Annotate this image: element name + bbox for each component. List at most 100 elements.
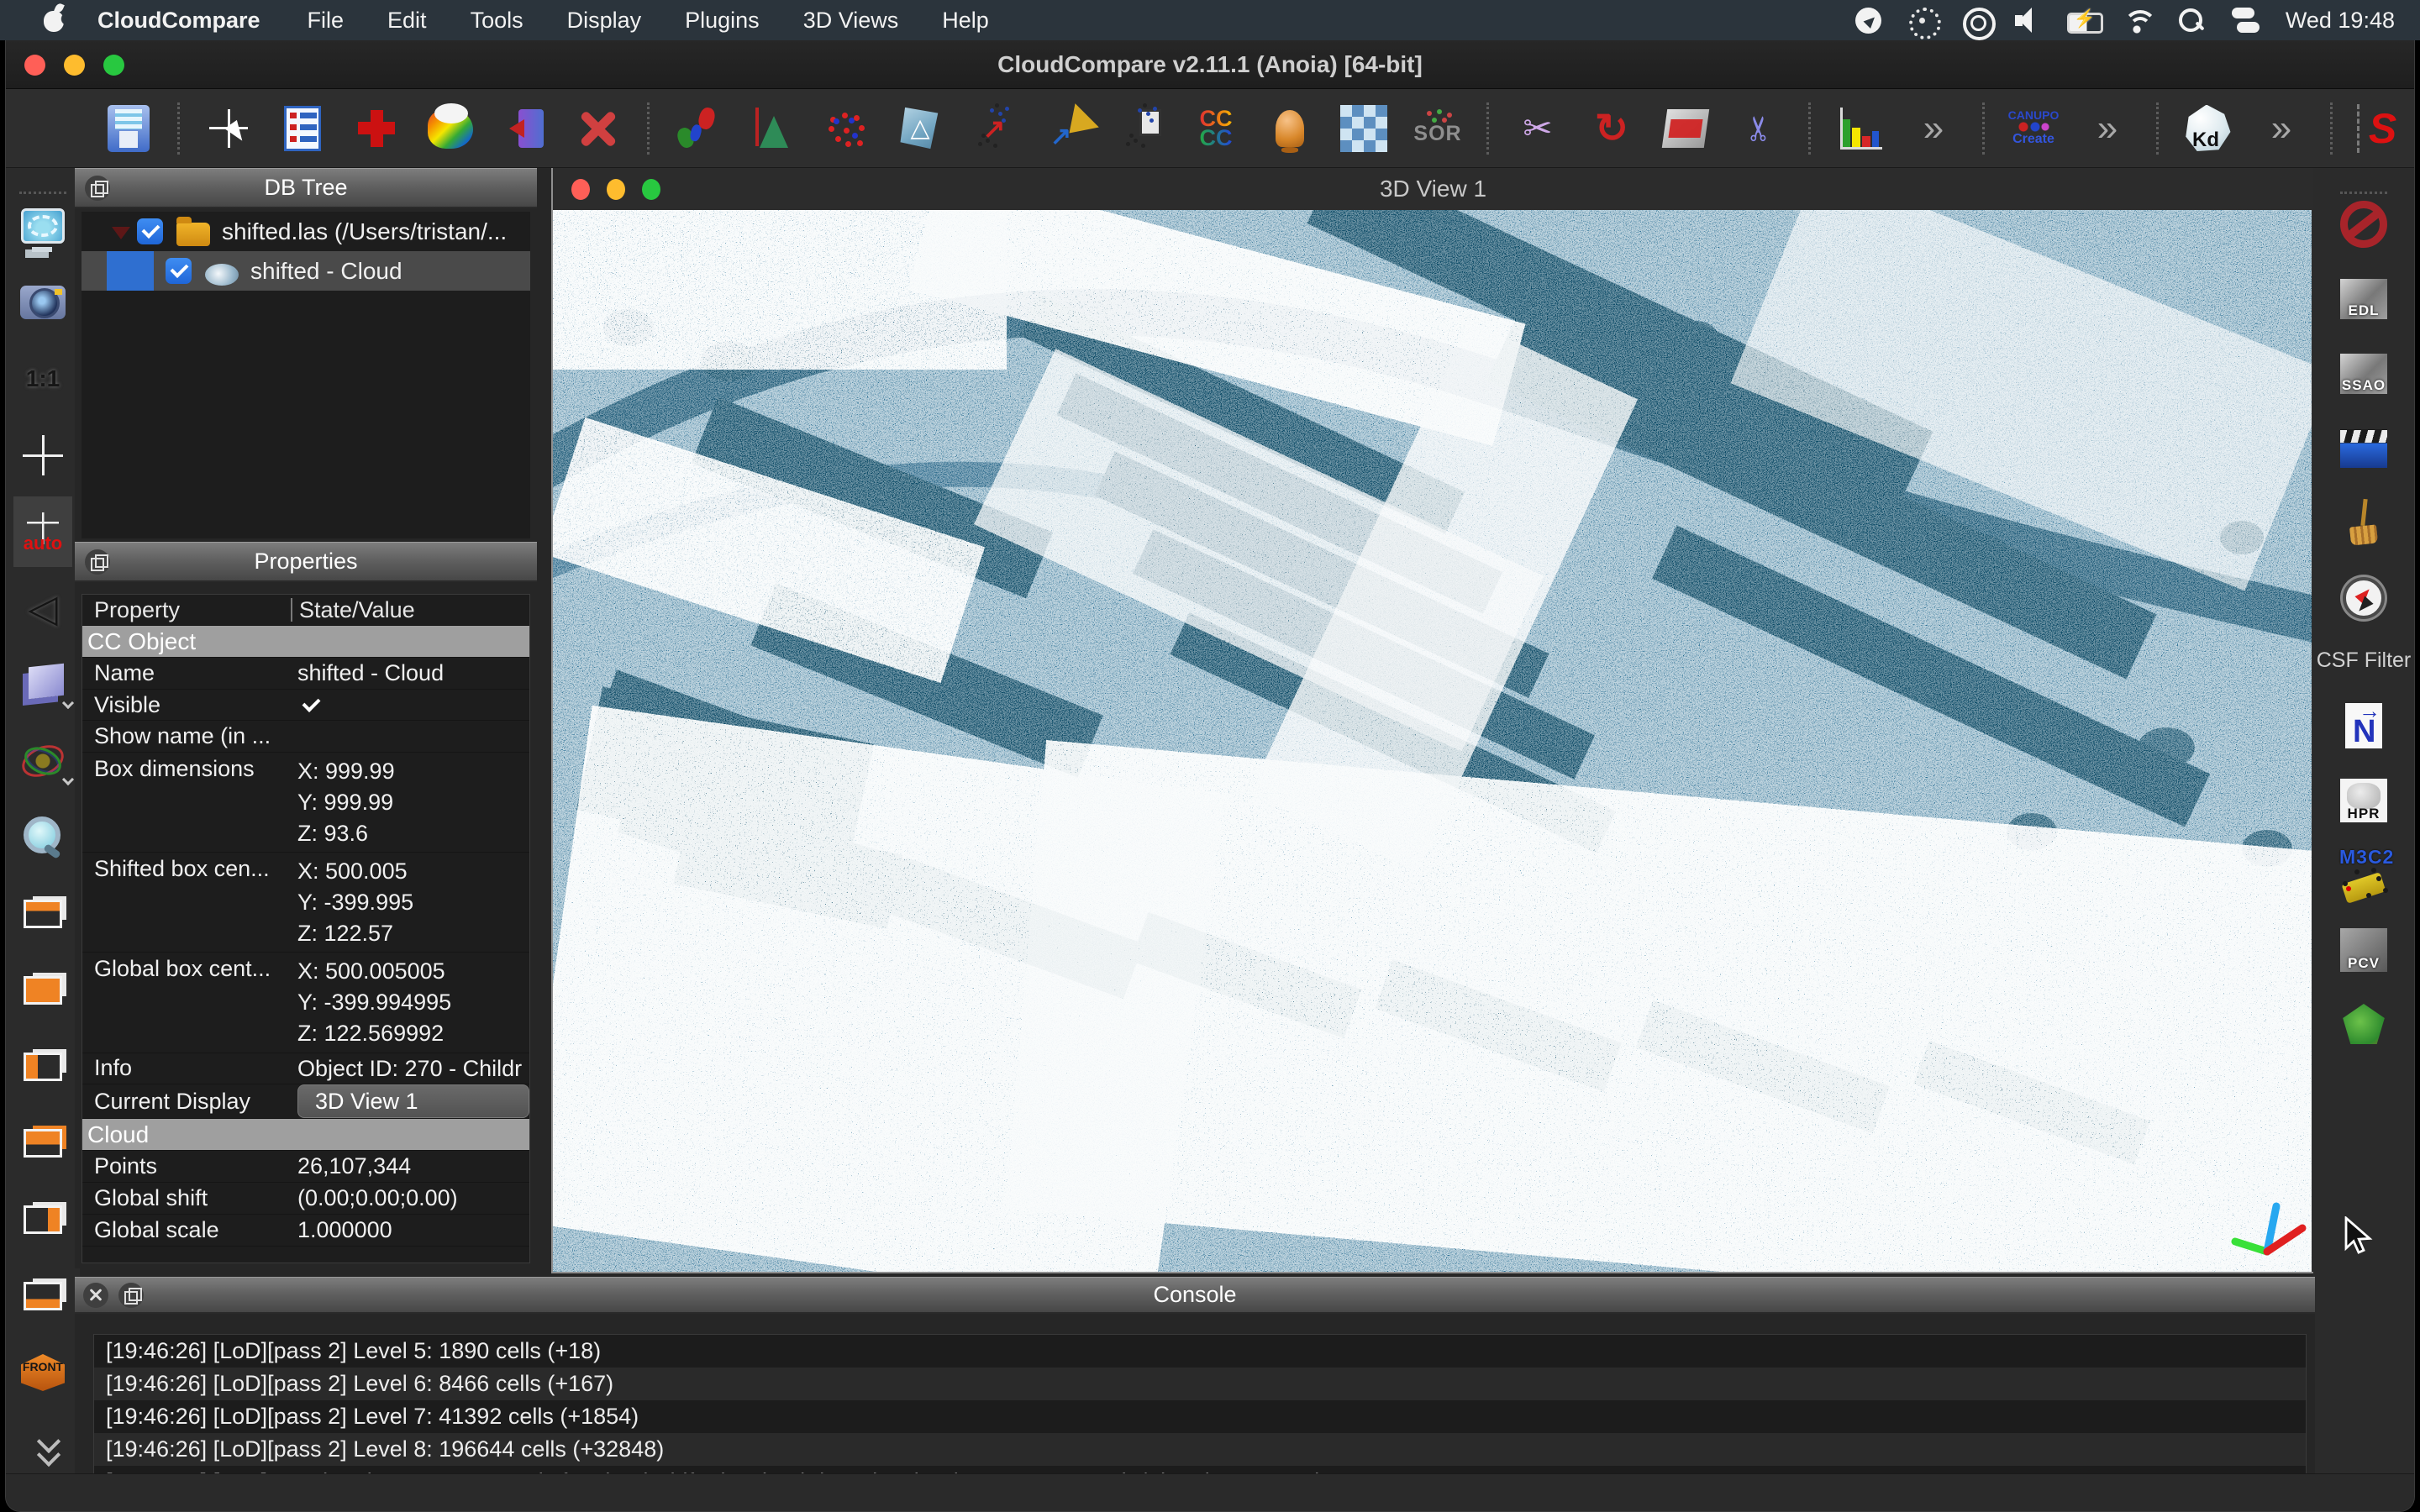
kd-tree-plugin-icon[interactable]	[2183, 101, 2232, 156]
normals-plugin-icon[interactable]	[2334, 701, 2393, 750]
rotate-icon[interactable]	[1587, 101, 1636, 156]
apple-menu-icon[interactable]	[32, 0, 82, 40]
search-icon[interactable]	[2170, 2, 2213, 39]
pick-rotation-center-icon[interactable]	[13, 431, 72, 480]
compass-plugin-icon[interactable]	[2334, 574, 2393, 622]
view-right-icon[interactable]	[13, 1195, 72, 1244]
undock-icon[interactable]	[118, 1283, 144, 1308]
view-left-icon[interactable]	[13, 1042, 72, 1091]
clipping-box-icon[interactable]	[1661, 101, 1710, 156]
subsample-icon[interactable]	[822, 101, 871, 156]
canupo-plugin-icon[interactable]	[2009, 101, 2058, 156]
battery-icon[interactable]	[2062, 2, 2106, 39]
property-value: (0.00;0.00;0.00)	[291, 1183, 529, 1214]
mesh-icon[interactable]	[896, 101, 944, 156]
toolbar-overflow-icon[interactable]	[2257, 101, 2306, 156]
tree-item[interactable]: shifted - Cloud	[82, 251, 530, 291]
view-back-icon[interactable]	[13, 1119, 72, 1168]
menu-item-tools[interactable]: Tools	[449, 0, 545, 40]
cloud-cloud-distance-icon[interactable]	[970, 101, 1018, 156]
spline-plugin-icon[interactable]	[2357, 101, 2406, 156]
ssao-shader-icon[interactable]: SSAO	[2334, 349, 2393, 398]
clone-icon[interactable]	[352, 101, 401, 156]
screenshot-icon[interactable]	[13, 278, 72, 327]
view-top-icon[interactable]	[13, 890, 72, 938]
animation-plugin-icon[interactable]	[2334, 424, 2393, 473]
zoom-1-1-icon[interactable]	[13, 354, 72, 403]
close-console-icon[interactable]	[83, 1283, 108, 1308]
menu-item-edit[interactable]: Edit	[366, 0, 449, 40]
clean-plugin-icon[interactable]	[2334, 499, 2393, 548]
bubble-view-icon[interactable]	[13, 737, 72, 785]
disable-glfilter-icon[interactable]	[2334, 200, 2393, 249]
notification-icon[interactable]	[1265, 101, 1314, 156]
cross-section-icon[interactable]	[1735, 101, 1784, 156]
undock-icon[interactable]	[85, 176, 110, 201]
menu-item-plugins[interactable]: Plugins	[663, 0, 781, 40]
undock-icon[interactable]	[85, 549, 110, 575]
control-center-icon[interactable]	[2223, 2, 2267, 39]
wifi-icon[interactable]	[2116, 2, 2160, 39]
edl-shader-icon[interactable]: EDL	[2334, 275, 2393, 323]
tree-indent-indicator	[107, 251, 154, 291]
current-display-dropdown[interactable]: 3D View 1	[297, 1084, 529, 1118]
auto-pick-center-icon[interactable]	[13, 496, 72, 567]
visibility-checkbox[interactable]	[166, 258, 192, 284]
menu-app-name[interactable]: CloudCompare	[82, 0, 286, 40]
m3c2-plugin-icon[interactable]: M3C2	[2334, 851, 2393, 900]
view-bottom-icon[interactable]	[13, 1272, 72, 1320]
volume-icon[interactable]	[2008, 2, 2052, 39]
properties-titlebar[interactable]: Properties	[75, 542, 537, 582]
tree-expander-icon[interactable]	[112, 227, 130, 249]
visibility-checkbox[interactable]	[137, 218, 163, 244]
fan-icon[interactable]	[1901, 2, 1944, 39]
cloudcompare-icon[interactable]	[1192, 101, 1240, 156]
previous-view-icon[interactable]	[13, 584, 72, 633]
window-titlebar[interactable]: CloudCompare v2.11.1 (Anoia) [64-bit]	[6, 40, 2414, 89]
ssao-checker-icon[interactable]	[1339, 101, 1388, 156]
cloud-mesh-distance-icon[interactable]	[1044, 101, 1092, 156]
toolbar-overflow-icon	[2257, 104, 2306, 153]
resample-icon[interactable]	[500, 101, 549, 156]
tree-item[interactable]: shifted.las (/Users/tristan/...	[82, 212, 530, 251]
statistical-test-icon[interactable]	[1118, 101, 1166, 156]
segment-scissors-icon[interactable]	[1513, 101, 1562, 156]
menu-item-file[interactable]: File	[286, 0, 366, 40]
view-left-icon	[24, 1053, 62, 1081]
properties-list-icon[interactable]	[278, 101, 327, 156]
clone-icon	[352, 104, 401, 153]
console-titlebar[interactable]: Console	[75, 1277, 2315, 1314]
facets-plugin-icon	[2341, 1004, 2386, 1046]
view-cube-icon[interactable]	[13, 660, 72, 709]
disc-icon[interactable]	[1954, 2, 1998, 39]
histogram-icon[interactable]	[1835, 101, 1884, 156]
more-views-icon[interactable]	[13, 1425, 72, 1473]
menu-item-3d-views[interactable]: 3D Views	[781, 0, 921, 40]
menu-item-help[interactable]: Help	[920, 0, 1011, 40]
save-icon[interactable]	[104, 101, 153, 156]
open-file-icon[interactable]	[30, 101, 79, 156]
toolbar-overflow-icon[interactable]	[1909, 101, 1958, 156]
properties-panel: Properties PropertyState/ValueCC ObjectN…	[75, 542, 537, 1268]
refresh-display-icon[interactable]	[13, 202, 72, 250]
toolbar-overflow-icon[interactable]	[2083, 101, 2132, 156]
view-front-icon[interactable]	[13, 966, 72, 1015]
hpr-plugin-icon[interactable]: HPR	[2334, 776, 2393, 825]
menu-clock[interactable]: Wed 19:48	[2279, 8, 2395, 34]
menu-item-display[interactable]: Display	[545, 0, 664, 40]
pick-point-icon[interactable]	[204, 101, 253, 156]
colorize-icon[interactable]	[426, 101, 475, 156]
sor-filter-icon[interactable]	[1413, 101, 1462, 156]
location-icon[interactable]	[1847, 2, 1891, 39]
zoom-fit-icon[interactable]	[13, 813, 72, 862]
delete-icon[interactable]	[574, 101, 623, 156]
register-icon[interactable]	[674, 101, 723, 156]
ssao-shader-icon-label: SSAO	[2340, 377, 2387, 394]
pcv-plugin-icon[interactable]: PCV	[2334, 926, 2393, 974]
point-cloud-viewport[interactable]	[553, 210, 2312, 1272]
view-iso-front-icon[interactable]	[13, 1348, 72, 1397]
facets-plugin-icon[interactable]	[2334, 1000, 2393, 1049]
3d-view-titlebar[interactable]: 3D View 1	[553, 168, 2313, 210]
db-tree-titlebar[interactable]: DB Tree	[75, 168, 537, 208]
compute-normals-icon[interactable]	[748, 101, 797, 156]
